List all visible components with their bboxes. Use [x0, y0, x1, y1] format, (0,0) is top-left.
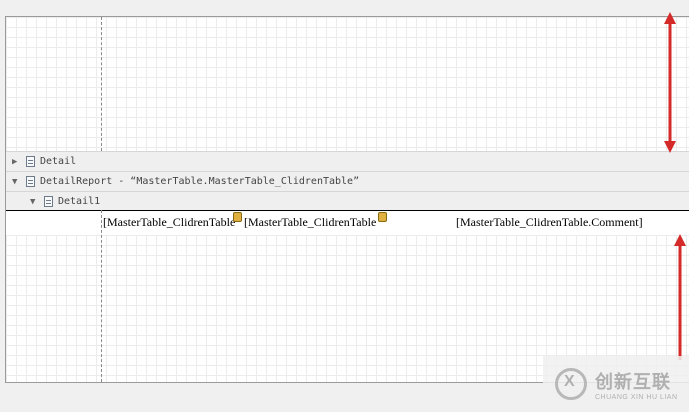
band-label: DetailReport - “MasterTable.MasterTable_…	[40, 176, 360, 187]
report-designer-surface[interactable]: ▶ Detail ▼ DetailReport - “MasterTable.M…	[5, 16, 689, 383]
watermark-logo-icon	[555, 368, 587, 400]
collapse-arrow-icon[interactable]: ▼	[30, 197, 40, 207]
detail1-row[interactable]: [MasterTable_ClidrenTable [MasterTable_C…	[6, 210, 689, 236]
field-label-2[interactable]: [MasterTable_ClidrenTable	[244, 213, 382, 232]
field-label-1[interactable]: [MasterTable_ClidrenTable	[103, 213, 240, 232]
watermark-text: 创新互联	[595, 371, 671, 392]
margin-guide-line	[101, 210, 102, 382]
band-detail[interactable]: ▶ Detail	[6, 151, 689, 171]
red-arrow-up	[674, 234, 686, 360]
band-label: Detail	[40, 156, 77, 167]
field-label-comment[interactable]: [MasterTable_ClidrenTable.Comment]	[456, 213, 686, 232]
watermark-subtext: CHUANG XIN HU LIAN	[595, 393, 678, 401]
band-label: Detail1	[58, 196, 101, 207]
page-header-area[interactable]	[6, 17, 689, 151]
band-icon	[44, 196, 53, 207]
smart-tag-icon[interactable]	[378, 212, 387, 222]
band-icon	[26, 176, 35, 187]
band-icon	[26, 156, 35, 167]
watermark: 创新互联 CHUANG XIN HU LIAN	[543, 356, 689, 412]
margin-guide-line	[101, 17, 102, 151]
smart-tag-icon[interactable]	[233, 212, 242, 222]
red-arrow-double	[664, 12, 676, 153]
band-detail1[interactable]: ▼ Detail1	[6, 191, 689, 211]
band-detail-report[interactable]: ▼ DetailReport - “MasterTable.MasterTabl…	[6, 171, 689, 191]
expand-arrow-icon[interactable]: ▶	[12, 157, 22, 167]
collapse-arrow-icon[interactable]: ▼	[12, 177, 22, 187]
